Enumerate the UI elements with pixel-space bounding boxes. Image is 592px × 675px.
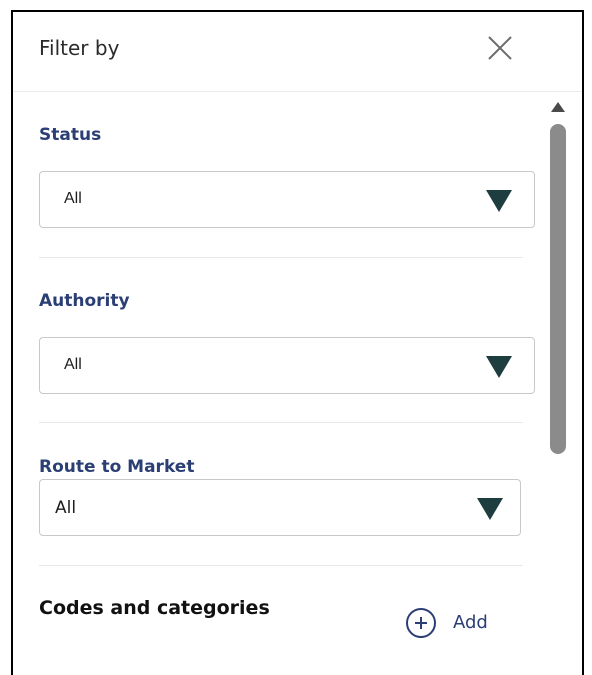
chevron-down-icon — [477, 498, 503, 520]
authority-select[interactable]: All — [39, 337, 535, 394]
route-to-market-label: Route to Market — [39, 457, 195, 477]
authority-select-value: All — [64, 356, 82, 373]
vertical-scrollbar[interactable] — [548, 102, 568, 675]
add-label: Add — [453, 612, 488, 633]
close-button[interactable] — [484, 32, 516, 64]
codes-and-categories-label: Codes and categories — [39, 597, 270, 619]
status-select-value: All — [64, 190, 82, 207]
divider — [39, 257, 523, 258]
filter-content: Status All Authority All Route to Market… — [13, 93, 551, 675]
close-icon — [488, 36, 512, 60]
status-label: Status — [39, 125, 102, 145]
route-to-market-select[interactable]: All — [39, 479, 521, 536]
route-to-market-select-value: All — [55, 498, 77, 518]
status-select[interactable]: All — [39, 171, 535, 228]
scroll-track[interactable] — [548, 122, 568, 675]
filter-panel: Filter by Status All Authority All Route… — [11, 10, 584, 675]
divider — [39, 565, 523, 566]
scroll-up-arrow-icon[interactable] — [551, 102, 565, 112]
chevron-down-icon — [486, 190, 512, 212]
panel-header: Filter by — [13, 12, 582, 92]
scroll-thumb[interactable] — [550, 124, 566, 454]
authority-label: Authority — [39, 291, 130, 311]
chevron-down-icon — [486, 356, 512, 378]
panel-title: Filter by — [39, 36, 120, 60]
plus-circle-icon — [406, 608, 436, 638]
divider — [39, 422, 523, 423]
